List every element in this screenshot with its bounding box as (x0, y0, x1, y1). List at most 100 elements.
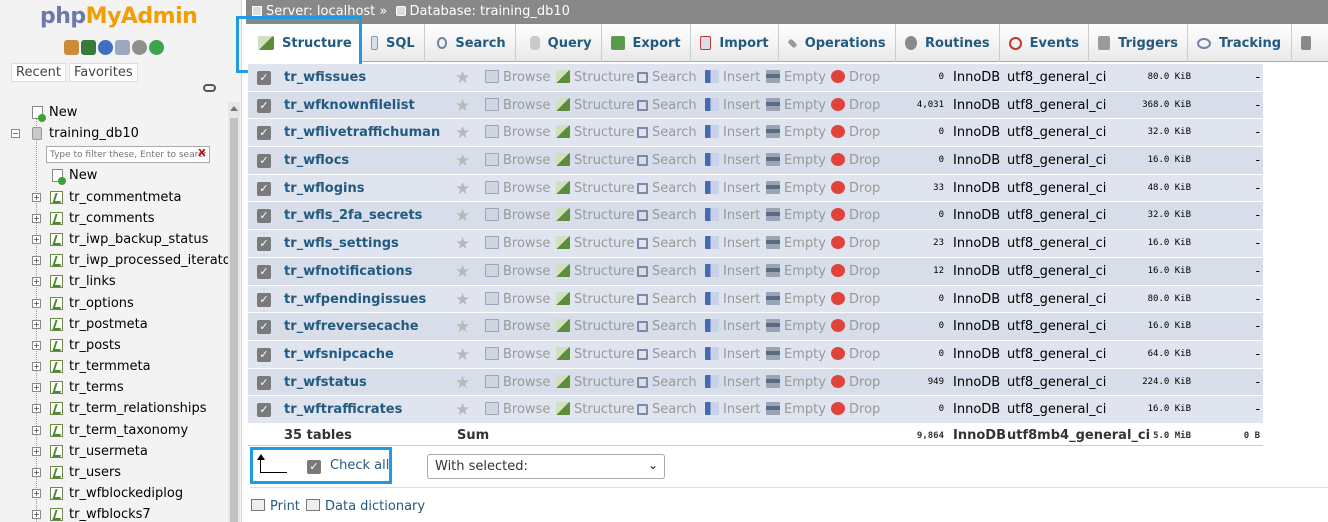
nav-table-item[interactable]: + tr_termmeta (0, 356, 228, 377)
search-link[interactable]: Search (637, 264, 697, 279)
help-icon[interactable] (98, 40, 113, 55)
table-name-link[interactable]: tr_wftrafficrates (284, 402, 402, 417)
favorites-tab[interactable]: Favorites (68, 63, 138, 82)
nav-table-item[interactable]: + tr_usermeta (0, 441, 228, 462)
search-link[interactable]: Search (637, 181, 697, 196)
new-database-item[interactable]: New (0, 102, 228, 123)
favorite-star-icon[interactable]: ★ (455, 68, 470, 88)
search-link[interactable]: Search (637, 153, 697, 168)
drop-link[interactable]: Drop (831, 97, 880, 113)
search-link[interactable]: Search (637, 208, 697, 223)
nav-table-item[interactable]: + tr_links (0, 271, 228, 292)
empty-link[interactable]: Empty (766, 236, 826, 251)
expand-icon[interactable]: + (32, 489, 41, 499)
nav-table-item[interactable]: + tr_term_taxonomy (0, 420, 228, 441)
browse-link[interactable]: Browse (485, 346, 550, 362)
empty-link[interactable]: Empty (766, 180, 826, 196)
favorite-star-icon[interactable]: ★ (455, 317, 470, 337)
table-name-link[interactable]: tr_wflivetraffichuman (284, 125, 440, 140)
drop-link[interactable]: Drop (831, 402, 880, 417)
empty-link[interactable]: Empty (766, 402, 826, 417)
expand-icon[interactable]: + (32, 383, 41, 393)
favorite-star-icon[interactable]: ★ (455, 345, 470, 365)
reload-icon[interactable] (149, 40, 164, 55)
row-checkbox[interactable]: ✓ (257, 347, 271, 362)
empty-link[interactable]: Empty (766, 125, 826, 140)
favorite-star-icon[interactable]: ★ (455, 290, 470, 310)
nav-table-item[interactable]: + tr_postmeta (0, 314, 228, 335)
empty-link[interactable]: Empty (766, 70, 826, 85)
browse-link[interactable]: Browse (485, 374, 550, 390)
expand-icon[interactable]: + (32, 298, 41, 308)
drop-link[interactable]: Drop (831, 291, 880, 307)
tab-import[interactable]: Import (691, 24, 779, 62)
browse-link[interactable]: Browse (485, 70, 550, 85)
table-name-link[interactable]: tr_wfknownfilelist (284, 98, 415, 113)
table-name-link[interactable]: tr_wfls_settings (284, 236, 399, 251)
structure-link[interactable]: Structure (556, 236, 634, 251)
tab-sql[interactable]: SQL (362, 24, 425, 62)
expand-icon[interactable]: + (32, 213, 41, 223)
favorite-star-icon[interactable]: ★ (455, 151, 470, 171)
insert-link[interactable]: Insert (705, 70, 760, 85)
browse-link[interactable]: Browse (485, 208, 550, 223)
structure-link[interactable]: Structure (556, 402, 634, 417)
table-name-link[interactable]: tr_wflocs (284, 153, 349, 168)
recent-tab[interactable]: Recent (11, 63, 66, 82)
nav-table-item[interactable]: + tr_iwp_processed_iterator (0, 250, 236, 271)
row-checkbox[interactable]: ✓ (257, 98, 271, 113)
insert-link[interactable]: Insert (705, 291, 760, 307)
table-name-link[interactable]: tr_wfls_2fa_secrets (284, 208, 422, 223)
row-checkbox[interactable]: ✓ (257, 403, 271, 418)
insert-link[interactable]: Insert (705, 263, 760, 279)
search-link[interactable]: Search (637, 347, 697, 362)
tab-routines[interactable]: Routines (896, 24, 1000, 62)
row-checkbox[interactable]: ✓ (257, 320, 271, 335)
row-checkbox[interactable]: ✓ (257, 71, 271, 85)
structure-link[interactable]: Structure (556, 319, 634, 334)
row-checkbox[interactable]: ✓ (257, 237, 271, 252)
tab-operations[interactable]: Operations (779, 24, 896, 62)
empty-link[interactable]: Empty (766, 208, 826, 223)
new-table-item[interactable]: New (0, 165, 228, 186)
drop-link[interactable]: Drop (831, 319, 880, 334)
print-link[interactable]: Print (251, 499, 300, 514)
tab-export[interactable]: Export (602, 24, 691, 62)
drop-link[interactable]: Drop (831, 180, 880, 196)
favorite-star-icon[interactable]: ★ (455, 96, 470, 116)
expand-icon[interactable]: + (32, 425, 41, 435)
expand-icon[interactable]: + (32, 404, 41, 414)
expand-icon[interactable]: + (32, 446, 41, 456)
tab-search[interactable]: Search (425, 24, 516, 62)
empty-link[interactable]: Empty (766, 319, 826, 334)
browse-link[interactable]: Browse (485, 180, 550, 196)
row-checkbox[interactable]: ✓ (257, 375, 271, 390)
search-link[interactable]: Search (637, 402, 697, 417)
structure-link[interactable]: Structure (556, 208, 634, 223)
favorite-star-icon[interactable]: ★ (455, 123, 470, 143)
expand-icon[interactable]: + (32, 468, 41, 477)
tab-more[interactable] (1292, 24, 1328, 62)
expand-icon[interactable]: + (32, 277, 41, 287)
table-filter-input[interactable] (46, 146, 210, 163)
empty-link[interactable]: Empty (766, 263, 826, 279)
empty-link[interactable]: Empty (766, 346, 826, 362)
expand-icon[interactable]: + (32, 319, 41, 329)
structure-link[interactable]: Structure (556, 374, 634, 390)
breadcrumb-database[interactable]: Database: training_db10 (410, 4, 570, 19)
nav-table-item[interactable]: + tr_iwp_backup_status (0, 229, 228, 250)
insert-link[interactable]: Insert (705, 153, 760, 168)
table-name-link[interactable]: tr_wfstatus (284, 375, 367, 390)
nav-table-item[interactable]: + tr_comments (0, 208, 228, 229)
browse-link[interactable]: Browse (485, 319, 550, 334)
insert-link[interactable]: Insert (705, 125, 760, 140)
insert-link[interactable]: Insert (705, 402, 760, 417)
expand-icon[interactable]: + (32, 340, 41, 350)
search-link[interactable]: Search (637, 125, 697, 140)
insert-link[interactable]: Insert (705, 346, 760, 362)
structure-link[interactable]: Structure (556, 291, 634, 307)
gear-icon[interactable] (132, 40, 147, 55)
link-icon[interactable] (203, 84, 216, 92)
docs-icon[interactable] (115, 40, 130, 55)
drop-link[interactable]: Drop (831, 153, 880, 168)
